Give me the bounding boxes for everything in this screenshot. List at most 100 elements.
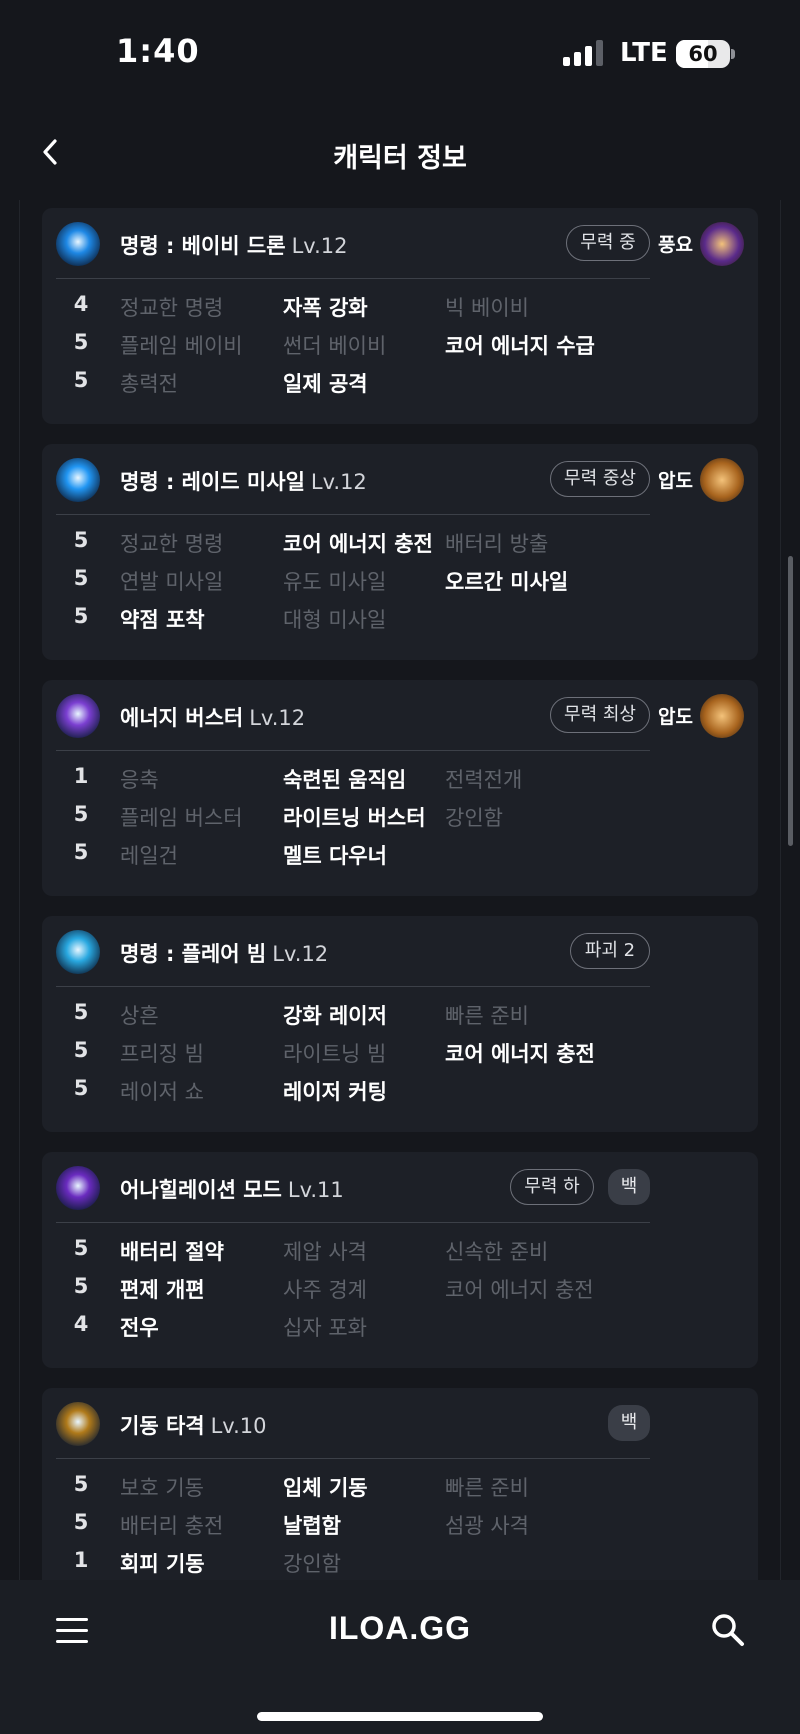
skill-card[interactable]: 에너지 버스터 Lv.12 무력 최상 압도 1 응축 숙련된 움직임 전력전개 5 플레임 버스… [42,680,758,896]
site-logo[interactable]: ILOA.GG [0,1610,800,1647]
tripod-option: 총력전 [120,372,178,396]
tripod-option: 배터리 충전 [120,1514,224,1538]
tripod-tier-level: 5 [73,1076,89,1100]
skill-icon [56,1402,100,1446]
tripod-selected: 전우 [120,1316,159,1340]
tripod-selected: 숙련된 움직임 [283,768,407,792]
tripod-option: 응축 [120,768,159,792]
skill-card[interactable]: 기동 타격 Lv.10 백 5 보호 기동 입체 기동 빠른 준비 5 배터리 충전 날렵함 섬광 … [42,1388,758,1604]
tripod-option: 신속한 준비 [445,1240,549,1264]
tripod-selected: 날렵함 [283,1514,341,1538]
tripod-row: 5 연발 미사일 유도 미사일 오르간 미사일 [42,566,758,600]
skill-name-text: 에너지 버스터 [120,706,244,730]
tripod-selected: 약점 포착 [120,608,205,632]
card-divider [56,1222,650,1223]
tripod-tier-level: 5 [73,1472,89,1496]
bottom-navigation: ILOA.GG [0,1580,800,1734]
tripod-row: 5 프리징 빔 라이트닝 빔 코어 에너지 충전 [42,1038,758,1072]
tripod-option: 유도 미사일 [283,570,387,594]
tripod-row: 5 보호 기동 입체 기동 빠른 준비 [42,1472,758,1506]
gem-status-pill: 파괴 2 [570,933,650,969]
tripod-row: 5 레일건 멜트 다우너 [42,840,758,874]
skill-name: 명령 : 레이드 미사일 Lv.12 [120,466,367,496]
rune-label: 풍요 [658,234,693,256]
skill-card[interactable]: 명령 : 베이비 드론 Lv.12 무력 중 풍요 4 정교한 명령 자폭 강화 빅 베이비 5… [42,208,758,424]
tripod-row: 5 플레임 베이비 썬더 베이비 코어 에너지 수급 [42,330,758,364]
battery-level: 60 [688,42,718,66]
tripod-tier-level: 4 [73,292,89,316]
network-type: LTE [620,38,668,68]
skill-card[interactable]: 어나힐레이션 모드 Lv.11 백 무력 하 5 배터리 절약 제압 사격 신속한 준비 5 편제… [42,1152,758,1368]
tripod-selected: 라이트닝 버스터 [283,806,426,830]
app-header: 캐릭터 정보 [0,118,800,194]
skill-level: Lv.12 [272,942,329,966]
tripod-row: 1 응축 숙련된 움직임 전력전개 [42,764,758,798]
tripod-selected: 레이저 커팅 [283,1080,387,1104]
tripod-tier-level: 5 [73,1236,89,1260]
card-divider [56,750,650,751]
tripod-row: 5 레이저 쇼 레이저 커팅 [42,1076,758,1110]
rune-label: 압도 [658,706,693,728]
tripod-tier-level: 5 [73,1510,89,1534]
tripod-option: 상흔 [120,1004,159,1028]
rune-label: 압도 [658,470,693,492]
back-attack-badge: 백 [608,1169,650,1205]
tripod-option: 대형 미사일 [283,608,387,632]
card-divider [56,278,650,279]
tripod-tier-level: 5 [73,330,89,354]
skill-icon [56,694,100,738]
card-divider [56,1458,650,1459]
tripod-option: 배터리 방출 [445,532,549,556]
tripod-option: 섬광 사격 [445,1514,529,1538]
skill-card[interactable]: 명령 : 레이드 미사일 Lv.12 무력 중상 압도 5 정교한 명령 코어 에너지 충전… [42,444,758,660]
tripod-row: 5 플레임 버스터 라이트닝 버스터 강인함 [42,802,758,836]
tripod-option: 사주 경계 [283,1278,367,1302]
tripod-option: 보호 기동 [120,1476,204,1500]
tripod-selected: 코어 에너지 충전 [445,1042,595,1066]
rune-icon [700,458,744,502]
tripod-row: 4 정교한 명령 자폭 강화 빅 베이비 [42,292,758,326]
tripod-option: 정교한 명령 [120,532,224,556]
tripod-option: 정교한 명령 [120,296,224,320]
tripod-selected: 강화 레이저 [283,1004,387,1028]
tripod-selected: 멜트 다우너 [283,844,387,868]
scrollbar[interactable] [788,556,793,846]
tripod-option: 강인함 [283,1552,341,1576]
skill-icon [56,930,100,974]
tripod-selected: 회피 기동 [120,1552,205,1576]
tripod-option: 플레임 베이비 [120,334,243,358]
search-icon[interactable] [710,1612,746,1648]
tripod-selected: 코어 에너지 수급 [445,334,595,358]
skill-name-text: 명령 : 베이비 드론 [120,234,286,258]
tripod-option: 코어 에너지 충전 [445,1278,594,1302]
tripod-option: 연발 미사일 [120,570,224,594]
tripod-selected: 오르간 미사일 [445,570,569,594]
signal-icon [563,40,605,66]
tripod-tier-level: 5 [73,840,89,864]
home-indicator[interactable] [257,1712,543,1721]
tripod-row: 5 배터리 충전 날렵함 섬광 사격 [42,1510,758,1544]
skill-name-text: 어나힐레이션 모드 [120,1178,282,1202]
tripod-option: 레이저 쇼 [120,1080,204,1104]
skill-card[interactable]: 명령 : 플레어 빔 Lv.12 파괴 2 5 상흔 강화 레이저 빠른 준비 5 프리징 빔 라… [42,916,758,1132]
tripod-option: 썬더 베이비 [283,334,387,358]
tripod-row: 5 배터리 절약 제압 사격 신속한 준비 [42,1236,758,1270]
tripod-selected: 편제 개편 [120,1278,205,1302]
status-time: 1:40 [116,32,200,70]
tripod-selected: 배터리 절약 [120,1240,224,1264]
tripod-row: 5 편제 개편 사주 경계 코어 에너지 충전 [42,1274,758,1308]
tripod-option: 빠른 준비 [445,1004,529,1028]
skill-name: 명령 : 베이비 드론 Lv.12 [120,230,347,260]
tripod-row: 1 회피 기동 강인함 [42,1548,758,1582]
tripod-tier-level: 1 [73,1548,89,1572]
tripod-option: 전력전개 [445,768,523,792]
skill-name: 에너지 버스터 Lv.12 [120,702,305,732]
status-bar: 1:40 LTE 60 [0,0,800,110]
gem-status-pill: 무력 중 [566,225,650,261]
tripod-tier-level: 5 [73,802,89,826]
tripod-tier-level: 5 [73,1038,89,1062]
tripod-tier-level: 5 [73,566,89,590]
tripod-option: 빅 베이비 [445,296,529,320]
tripod-option: 라이트닝 빔 [283,1042,387,1066]
tripod-selected: 입체 기동 [283,1476,368,1500]
